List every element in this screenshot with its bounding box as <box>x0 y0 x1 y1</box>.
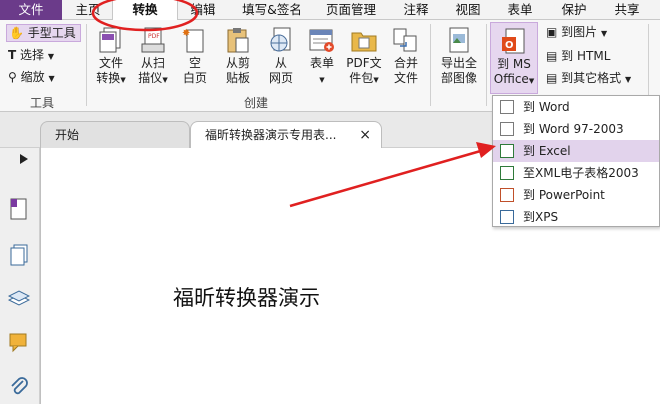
annotation-ellipse <box>91 0 199 32</box>
annotation-arrow-line <box>289 148 485 208</box>
annotation-arrow-head <box>476 142 496 158</box>
annotation-overlay <box>91 0 496 208</box>
